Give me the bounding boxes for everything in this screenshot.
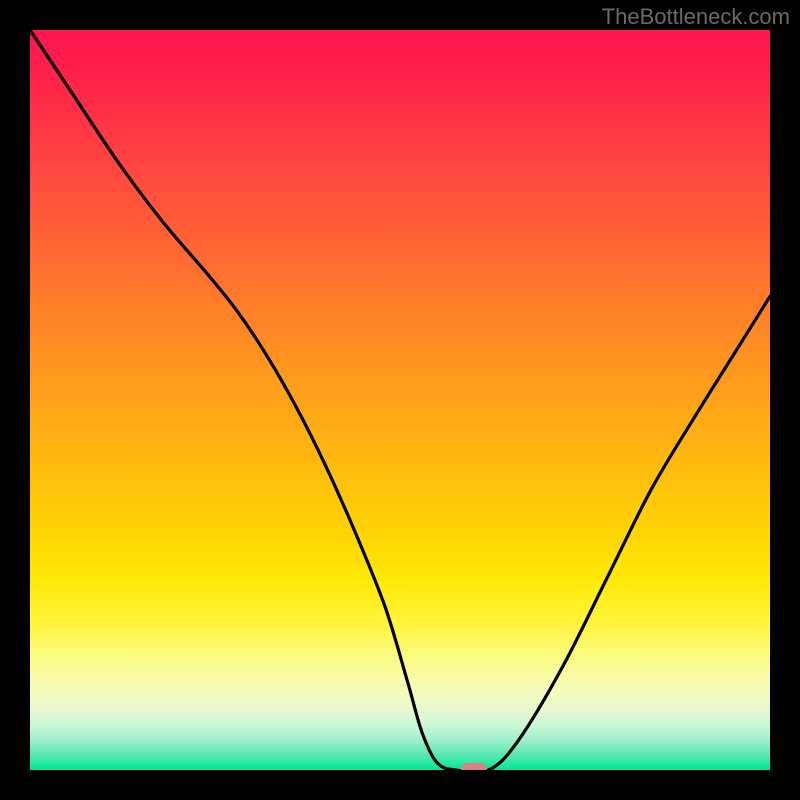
- optimum-marker: [461, 763, 487, 770]
- watermark-text: TheBottleneck.com: [602, 4, 790, 30]
- plot-area: [30, 30, 770, 770]
- gradient-background: [30, 30, 770, 770]
